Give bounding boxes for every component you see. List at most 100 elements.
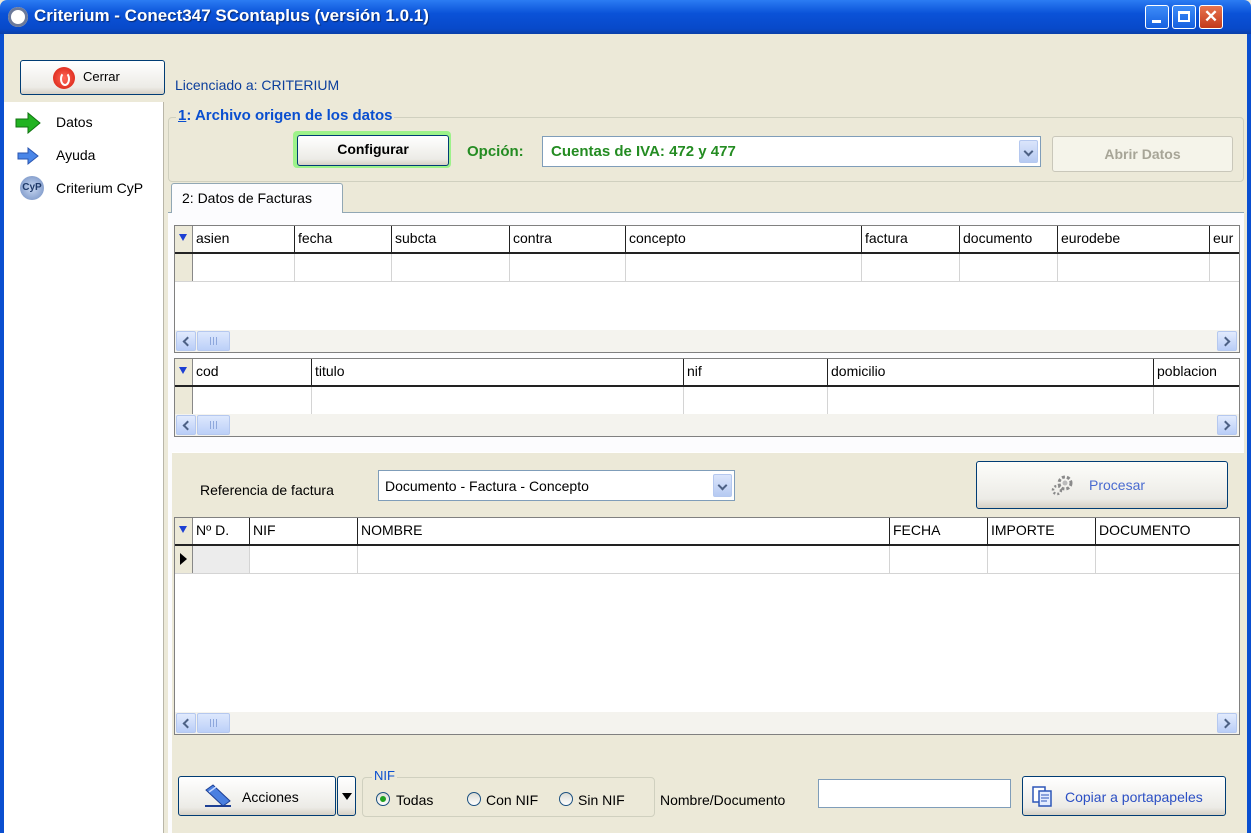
- table-cell[interactable]: [249, 546, 357, 573]
- radio-label[interactable]: Todas: [396, 792, 433, 808]
- tab-datos-facturas[interactable]: 2: Datos de Facturas: [171, 183, 343, 213]
- column-header[interactable]: titulo: [311, 359, 683, 385]
- resultados-grid[interactable]: Nº D. NIF NOMBRE FECHA IMPORTE DOCUMENTO: [174, 517, 1240, 735]
- horizontal-scrollbar[interactable]: [175, 330, 1239, 352]
- column-header[interactable]: eur: [1209, 226, 1239, 252]
- radio-label[interactable]: Con NIF: [486, 792, 538, 808]
- scrollbar-thumb[interactable]: [197, 415, 230, 435]
- table-cell[interactable]: [827, 387, 1153, 414]
- maximize-icon: [1178, 11, 1190, 22]
- subcuentas-grid[interactable]: cod titulo nif domicilio poblacion: [174, 358, 1240, 437]
- minimize-button[interactable]: [1145, 5, 1169, 29]
- grid-corner[interactable]: [175, 518, 193, 544]
- column-header[interactable]: cod: [193, 359, 311, 385]
- table-cell[interactable]: [357, 546, 889, 573]
- opcion-select[interactable]: Cuentas de IVA: 472 y 477: [542, 136, 1041, 167]
- table-row[interactable]: [175, 387, 1239, 415]
- row-selector[interactable]: [175, 254, 193, 281]
- table-cell[interactable]: [1095, 546, 1239, 573]
- table-cell[interactable]: [1057, 254, 1209, 281]
- acciones-label: Acciones: [242, 789, 299, 805]
- scroll-left-icon[interactable]: [176, 331, 196, 351]
- column-header[interactable]: NIF: [249, 518, 357, 544]
- license-label: Licenciado a: CRITERIUM: [175, 77, 340, 93]
- table-cell[interactable]: [683, 387, 827, 414]
- procesar-button[interactable]: Procesar: [976, 461, 1228, 509]
- scroll-right-icon[interactable]: [1217, 331, 1237, 351]
- chevron-down-icon[interactable]: [713, 474, 732, 497]
- scroll-right-icon[interactable]: [1217, 713, 1237, 733]
- app-icon[interactable]: [8, 7, 28, 27]
- cerrar-label: Cerrar: [83, 69, 120, 84]
- column-header[interactable]: eurodebe: [1057, 226, 1209, 252]
- table-cell[interactable]: [987, 546, 1095, 573]
- grid-corner[interactable]: [175, 226, 193, 252]
- maximize-button[interactable]: [1172, 5, 1196, 29]
- column-header[interactable]: subcta: [391, 226, 509, 252]
- column-header[interactable]: poblacion: [1153, 359, 1239, 385]
- column-header[interactable]: asien: [193, 226, 294, 252]
- table-row[interactable]: [175, 254, 1239, 282]
- copy-document-icon: [1032, 786, 1052, 807]
- column-header[interactable]: factura: [861, 226, 959, 252]
- radio-sin-nif[interactable]: [559, 792, 573, 806]
- procesar-label: Procesar: [1089, 477, 1146, 493]
- referencia-value: Documento - Factura - Concepto: [385, 478, 589, 494]
- power-icon: [53, 67, 75, 89]
- acciones-button[interactable]: Acciones: [178, 776, 336, 816]
- configurar-button[interactable]: Configurar: [293, 131, 451, 168]
- close-button[interactable]: ✕: [1199, 5, 1223, 29]
- column-header[interactable]: nif: [683, 359, 827, 385]
- column-header[interactable]: domicilio: [827, 359, 1153, 385]
- column-header[interactable]: fecha: [294, 226, 391, 252]
- table-cell[interactable]: [1153, 387, 1239, 414]
- table-row[interactable]: [175, 546, 1239, 574]
- radio-todas[interactable]: [376, 792, 390, 806]
- opcion-value: Cuentas de IVA: 472 y 477: [551, 143, 736, 160]
- window-title: Criterium - Conect347 SContaplus (versió…: [34, 6, 429, 25]
- column-header[interactable]: FECHA: [889, 518, 987, 544]
- referencia-select[interactable]: Documento - Factura - Concepto: [378, 470, 735, 501]
- copiar-portapapeles-button[interactable]: Copiar a portapapeles: [1022, 776, 1226, 816]
- radio-label[interactable]: Sin NIF: [578, 792, 625, 808]
- table-cell[interactable]: [391, 254, 509, 281]
- grid-header: Nº D. NIF NOMBRE FECHA IMPORTE DOCUMENTO: [175, 518, 1239, 546]
- scrollbar-thumb[interactable]: [197, 713, 230, 733]
- column-header[interactable]: NOMBRE: [357, 518, 889, 544]
- table-cell[interactable]: [193, 546, 249, 573]
- table-cell[interactable]: [959, 254, 1057, 281]
- scrollbar-thumb[interactable]: [197, 331, 230, 351]
- grid-corner[interactable]: [175, 359, 193, 385]
- row-selector[interactable]: [175, 546, 193, 573]
- table-cell[interactable]: [625, 254, 861, 281]
- scroll-left-icon[interactable]: [176, 713, 196, 733]
- column-header[interactable]: contra: [509, 226, 625, 252]
- table-cell[interactable]: [311, 387, 683, 414]
- table-cell[interactable]: [294, 254, 391, 281]
- cerrar-button[interactable]: Cerrar: [20, 60, 165, 95]
- horizontal-scrollbar[interactable]: [175, 712, 1239, 734]
- grid-header: asien fecha subcta contra concepto factu…: [175, 226, 1239, 254]
- column-header[interactable]: concepto: [625, 226, 861, 252]
- table-cell[interactable]: [1209, 254, 1239, 281]
- column-header[interactable]: Nº D.: [193, 518, 249, 544]
- horizontal-scrollbar[interactable]: [175, 414, 1239, 436]
- column-header[interactable]: IMPORTE: [987, 518, 1095, 544]
- nombre-documento-input[interactable]: [818, 779, 1011, 808]
- radio-con-nif[interactable]: [467, 792, 481, 806]
- facturas-grid[interactable]: asien fecha subcta contra concepto factu…: [174, 225, 1240, 353]
- chevron-down-icon[interactable]: [1019, 140, 1038, 163]
- table-cell[interactable]: [861, 254, 959, 281]
- abrir-datos-button[interactable]: Abrir Datos: [1052, 136, 1233, 172]
- opcion-label: Opción:: [467, 143, 524, 160]
- row-selector[interactable]: [175, 387, 193, 414]
- table-cell[interactable]: [889, 546, 987, 573]
- scroll-left-icon[interactable]: [176, 415, 196, 435]
- nombre-documento-label: Nombre/Documento: [660, 792, 786, 808]
- table-cell[interactable]: [509, 254, 625, 281]
- acciones-dropdown-button[interactable]: [337, 776, 356, 816]
- scroll-right-icon[interactable]: [1217, 415, 1237, 435]
- column-header[interactable]: documento: [959, 226, 1057, 252]
- column-header[interactable]: DOCUMENTO: [1095, 518, 1239, 544]
- sort-triangle-icon: [179, 367, 187, 374]
